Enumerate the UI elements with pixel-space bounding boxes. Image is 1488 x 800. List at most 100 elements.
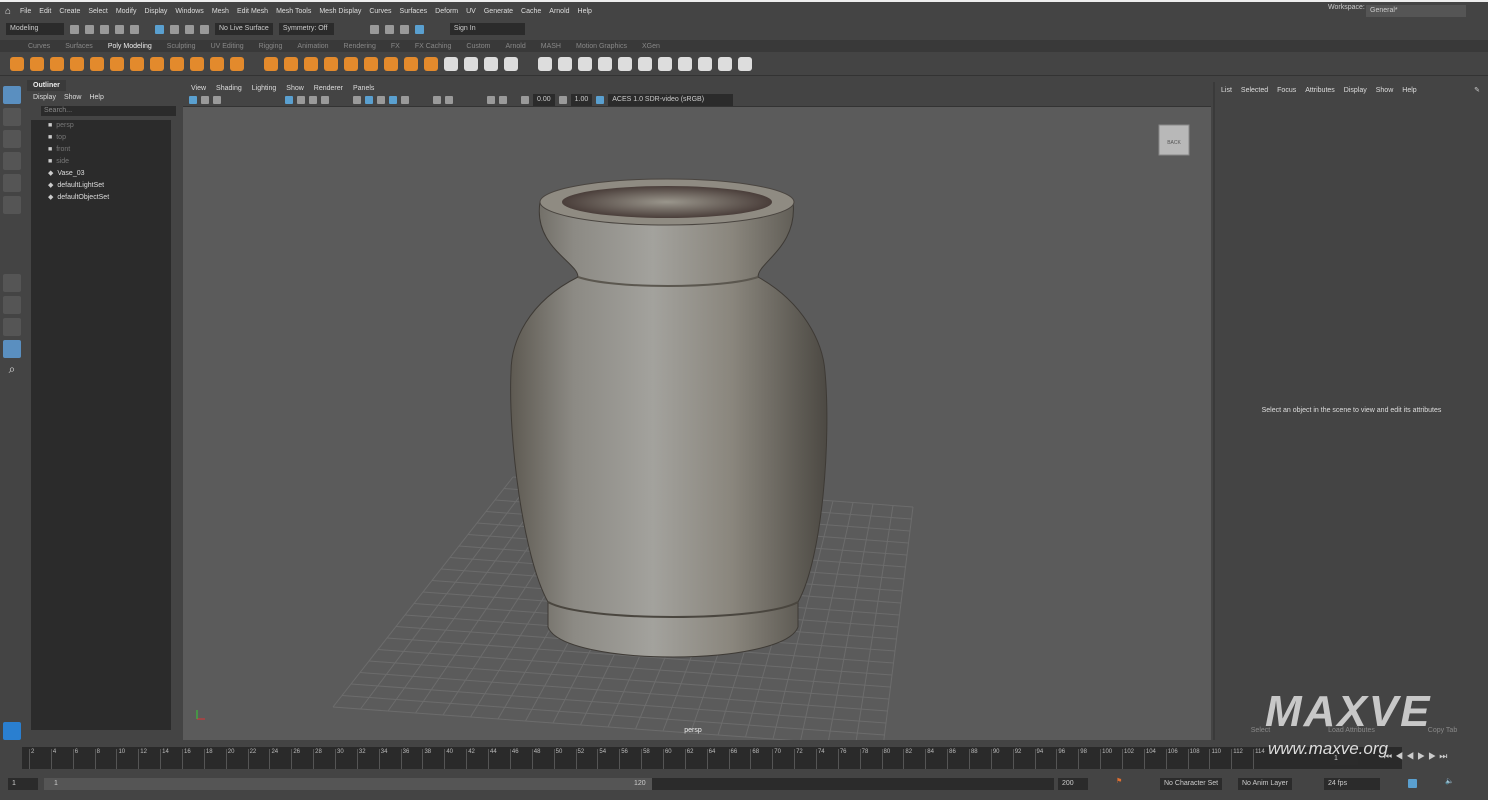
snap-grid-icon[interactable] (170, 25, 179, 34)
shelf-extrude-icon[interactable] (324, 57, 338, 71)
range-slider[interactable]: 1 120 (44, 778, 1054, 790)
menu-windows[interactable]: Windows (175, 8, 203, 15)
fps-dropdown[interactable]: 24 fps (1324, 778, 1380, 790)
shelf-disc-icon[interactable] (130, 57, 144, 71)
gamma-icon[interactable] (559, 96, 567, 104)
redo-icon[interactable] (130, 25, 139, 34)
shelf-smooth-icon[interactable] (284, 57, 298, 71)
menu-create[interactable]: Create (59, 8, 80, 15)
outliner-item[interactable]: ◆defaultLightSet (31, 180, 171, 192)
move-tool-icon[interactable] (3, 152, 21, 170)
viewport-menu-renderer[interactable]: Renderer (314, 85, 343, 92)
color-management-icon[interactable] (596, 96, 604, 104)
shelf-separate-icon[interactable] (264, 57, 278, 71)
bookmark-icon[interactable] (213, 96, 221, 104)
shelf-combine-icon[interactable] (230, 57, 244, 71)
menu-mesh[interactable]: Mesh (212, 8, 229, 15)
menu-curves[interactable]: Curves (369, 8, 391, 15)
shelf-tab-curves[interactable]: Curves (28, 43, 50, 50)
snap-curve-icon[interactable] (185, 25, 194, 34)
attr-menu-selected[interactable]: Selected (1241, 87, 1268, 94)
save-scene-icon[interactable] (100, 25, 109, 34)
shelf-tab-arnold[interactable]: Arnold (506, 43, 526, 50)
undo-icon[interactable] (115, 25, 124, 34)
open-scene-icon[interactable] (85, 25, 94, 34)
outliner-tab[interactable]: Outliner (27, 80, 66, 91)
outliner-item[interactable]: ◆defaultObjectSet (31, 192, 171, 204)
menu-select[interactable]: Select (88, 8, 107, 15)
shelf-tab-surfaces[interactable]: Surfaces (65, 43, 93, 50)
shelf-cube-icon[interactable] (30, 57, 44, 71)
outliner-search-input[interactable]: Search... (41, 106, 176, 116)
viewport-menu-show[interactable]: Show (286, 85, 304, 92)
exposure-field[interactable]: 0.00 (533, 94, 555, 106)
menu-deform[interactable]: Deform (435, 8, 458, 15)
workspace-dropdown[interactable]: General* (1366, 5, 1466, 17)
shelf-torus-icon[interactable] (538, 57, 552, 71)
smooth-shade-icon[interactable] (365, 96, 373, 104)
attr-menu-focus[interactable]: Focus (1277, 87, 1296, 94)
shelf-bevel-icon[interactable] (344, 57, 358, 71)
rotate-tool-icon[interactable] (3, 174, 21, 192)
outliner-item[interactable]: ■front (31, 144, 171, 156)
shelf-type-icon[interactable] (658, 57, 672, 71)
exposure-icon[interactable] (521, 96, 529, 104)
resolution-gate-icon[interactable] (309, 96, 317, 104)
outliner-item[interactable]: ■side (31, 156, 171, 168)
viewport-menu-panels[interactable]: Panels (353, 85, 374, 92)
menu-modify[interactable]: Modify (116, 8, 137, 15)
select-camera-icon[interactable] (189, 96, 197, 104)
color-space-dropdown[interactable]: ACES 1.0 SDR-video (sRGB) (608, 94, 733, 106)
shelf-tab-sculpting[interactable]: Sculpting (167, 43, 196, 50)
shelf-plane-icon[interactable] (558, 57, 572, 71)
outliner-item[interactable]: ◆Vase_03 (31, 168, 171, 180)
outliner-menu-help[interactable]: Help (89, 94, 103, 101)
render-settings-icon[interactable] (400, 25, 409, 34)
layout-outliner-icon[interactable] (3, 340, 21, 358)
search-icon[interactable]: ⌕ (3, 362, 21, 380)
wireframe-icon[interactable] (353, 96, 361, 104)
shelf-cylinder-icon[interactable] (484, 57, 498, 71)
shelf-svg-icon[interactable] (190, 57, 204, 71)
shelf-tab-xgen[interactable]: XGen (642, 43, 660, 50)
textured-icon[interactable] (389, 96, 397, 104)
shelf-separate-icon[interactable] (698, 57, 712, 71)
viewcube[interactable]: BACK (1159, 125, 1189, 155)
shadows-icon[interactable] (433, 96, 441, 104)
sign-in-button[interactable]: Sign In (450, 23, 525, 35)
shelf-fill-hole-icon[interactable] (364, 57, 378, 71)
outliner-menu-show[interactable]: Show (64, 94, 82, 101)
mode-dropdown[interactable]: Modeling (6, 23, 64, 35)
lasso-tool-icon[interactable] (3, 108, 21, 126)
attr-menu-help[interactable]: Help (1402, 87, 1416, 94)
ambient-occlusion-icon[interactable] (445, 96, 453, 104)
attr-menu-show[interactable]: Show (1376, 87, 1394, 94)
home-icon[interactable]: ⌂ (5, 6, 11, 17)
menu-edit-mesh[interactable]: Edit Mesh (237, 8, 268, 15)
shelf-tab-motion-graphics[interactable]: Motion Graphics (576, 43, 627, 50)
character-set-dropdown[interactable]: No Character Set (1160, 778, 1222, 790)
menu-mesh-display[interactable]: Mesh Display (319, 8, 361, 15)
menu-help[interactable]: Help (578, 8, 592, 15)
new-scene-icon[interactable] (70, 25, 79, 34)
anim-prefs-icon[interactable] (1408, 779, 1417, 788)
shelf-sphere-icon[interactable] (444, 57, 458, 71)
shelf-smooth-icon[interactable] (718, 57, 732, 71)
shelf-mirror-icon[interactable] (424, 57, 438, 71)
shelf-platonic-icon[interactable] (598, 57, 612, 71)
sound-icon[interactable]: 🔈 (1445, 777, 1454, 785)
vase-mesh[interactable] (511, 179, 827, 657)
hypershade-icon[interactable] (415, 25, 424, 34)
time-slider[interactable]: 2468101214161820222426283032343638404244… (0, 745, 1488, 771)
wireframe-on-shaded-icon[interactable] (377, 96, 385, 104)
outliner-item[interactable]: ■persp (31, 120, 171, 132)
menu-mesh-tools[interactable]: Mesh Tools (276, 8, 311, 15)
shelf-cone-icon[interactable] (504, 57, 518, 71)
attr-menu-attributes[interactable]: Attributes (1305, 87, 1335, 94)
viewport-menu-lighting[interactable]: Lighting (252, 85, 277, 92)
shelf-multi-cut-icon[interactable] (384, 57, 398, 71)
shelf-type-icon[interactable] (210, 57, 224, 71)
end-frame-field[interactable]: 200 (1058, 778, 1088, 790)
render-icon[interactable] (370, 25, 379, 34)
shelf-cone-icon[interactable] (70, 57, 84, 71)
